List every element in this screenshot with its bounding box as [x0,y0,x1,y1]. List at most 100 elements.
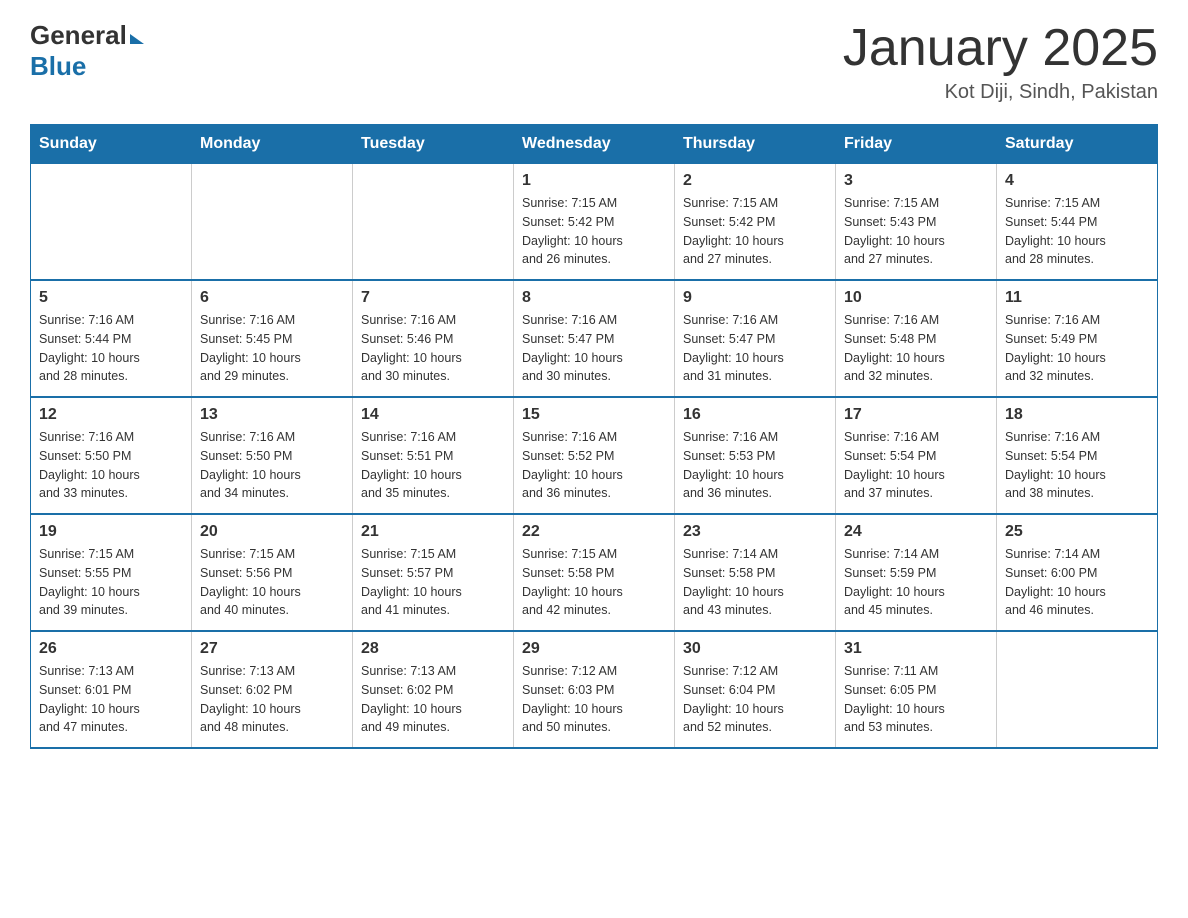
col-wednesday: Wednesday [514,125,675,164]
day-number: 12 [39,406,183,424]
calendar-day: 21Sunrise: 7:15 AM Sunset: 5:57 PM Dayli… [353,514,514,631]
day-info: Sunrise: 7:16 AM Sunset: 5:54 PM Dayligh… [1005,428,1149,503]
page-header: General Blue January 2025 Kot Diji, Sind… [30,20,1158,104]
calendar-day: 31Sunrise: 7:11 AM Sunset: 6:05 PM Dayli… [836,631,997,748]
day-number: 18 [1005,406,1149,424]
day-number: 20 [200,523,344,541]
calendar-body: 1 Sunrise: 7:15 AM Sunset: 5:42 PM Daylig… [31,164,1158,749]
calendar-day: 30Sunrise: 7:12 AM Sunset: 6:04 PM Dayli… [675,631,836,748]
day-number: 14 [361,406,505,424]
day-number: 13 [200,406,344,424]
day-number: 28 [361,640,505,658]
day-number: 24 [844,523,988,541]
day-info: Sunrise: 7:12 AM Sunset: 6:03 PM Dayligh… [522,662,666,737]
day-info: Sunrise: 7:13 AM Sunset: 6:02 PM Dayligh… [200,662,344,737]
day-number: 17 [844,406,988,424]
day-number: 6 [200,289,344,307]
day-number: 10 [844,289,988,307]
col-thursday: Thursday [675,125,836,164]
day-number: 25 [1005,523,1149,541]
calendar-day: 27 Sunrise: 7:13 AM Sunset: 6:02 PM Dayli… [192,631,353,748]
calendar-day: 3Sunrise: 7:15 AM Sunset: 5:43 PM Daylig… [836,164,997,281]
calendar-day: 19 Sunrise: 7:15 AM Sunset: 5:55 PM Dayli… [31,514,192,631]
col-sunday: Sunday [31,125,192,164]
logo-blue-text: Blue [30,51,86,82]
day-number: 4 [1005,172,1149,190]
calendar-day: 17Sunrise: 7:16 AM Sunset: 5:54 PM Dayli… [836,397,997,514]
calendar-day: 11 Sunrise: 7:16 AM Sunset: 5:49 PM Dayli… [997,280,1158,397]
day-info: Sunrise: 7:16 AM Sunset: 5:47 PM Dayligh… [522,311,666,386]
calendar-week-3: 12 Sunrise: 7:16 AM Sunset: 5:50 PM Dayli… [31,397,1158,514]
calendar-day: 16 Sunrise: 7:16 AM Sunset: 5:53 PM Dayli… [675,397,836,514]
day-info: Sunrise: 7:16 AM Sunset: 5:49 PM Dayligh… [1005,311,1149,386]
col-monday: Monday [192,125,353,164]
calendar-day [997,631,1158,748]
day-info: Sunrise: 7:16 AM Sunset: 5:48 PM Dayligh… [844,311,988,386]
day-number: 31 [844,640,988,658]
day-number: 21 [361,523,505,541]
calendar-day: 13 Sunrise: 7:16 AM Sunset: 5:50 PM Dayli… [192,397,353,514]
col-saturday: Saturday [997,125,1158,164]
day-info: Sunrise: 7:15 AM Sunset: 5:44 PM Dayligh… [1005,194,1149,269]
day-number: 26 [39,640,183,658]
calendar-day: 2Sunrise: 7:15 AM Sunset: 5:42 PM Daylig… [675,164,836,281]
day-info: Sunrise: 7:14 AM Sunset: 5:58 PM Dayligh… [683,545,827,620]
calendar-day: 23 Sunrise: 7:14 AM Sunset: 5:58 PM Dayli… [675,514,836,631]
calendar-week-2: 5 Sunrise: 7:16 AM Sunset: 5:44 PM Daylig… [31,280,1158,397]
calendar-day: 15 Sunrise: 7:16 AM Sunset: 5:52 PM Dayli… [514,397,675,514]
day-info: Sunrise: 7:15 AM Sunset: 5:55 PM Dayligh… [39,545,183,620]
calendar-day: 29 Sunrise: 7:12 AM Sunset: 6:03 PM Dayli… [514,631,675,748]
calendar-header: Sunday Monday Tuesday Wednesday Thursday… [31,125,1158,164]
day-info: Sunrise: 7:14 AM Sunset: 6:00 PM Dayligh… [1005,545,1149,620]
header-row: Sunday Monday Tuesday Wednesday Thursday… [31,125,1158,164]
calendar-week-1: 1 Sunrise: 7:15 AM Sunset: 5:42 PM Daylig… [31,164,1158,281]
day-number: 16 [683,406,827,424]
logo-arrow-icon [130,34,144,44]
day-info: Sunrise: 7:15 AM Sunset: 5:56 PM Dayligh… [200,545,344,620]
calendar-day: 7Sunrise: 7:16 AM Sunset: 5:46 PM Daylig… [353,280,514,397]
day-info: Sunrise: 7:16 AM Sunset: 5:52 PM Dayligh… [522,428,666,503]
calendar-week-4: 19 Sunrise: 7:15 AM Sunset: 5:55 PM Dayli… [31,514,1158,631]
calendar-day: 10 Sunrise: 7:16 AM Sunset: 5:48 PM Dayli… [836,280,997,397]
calendar-day: 25 Sunrise: 7:14 AM Sunset: 6:00 PM Dayli… [997,514,1158,631]
calendar-day [31,164,192,281]
calendar-day: 12 Sunrise: 7:16 AM Sunset: 5:50 PM Dayli… [31,397,192,514]
day-info: Sunrise: 7:15 AM Sunset: 5:42 PM Dayligh… [683,194,827,269]
calendar-day: 14 Sunrise: 7:16 AM Sunset: 5:51 PM Dayli… [353,397,514,514]
location-text: Kot Diji, Sindh, Pakistan [843,81,1158,104]
calendar-day [353,164,514,281]
day-info: Sunrise: 7:16 AM Sunset: 5:44 PM Dayligh… [39,311,183,386]
day-number: 11 [1005,289,1149,307]
calendar-day: 20 Sunrise: 7:15 AM Sunset: 5:56 PM Dayli… [192,514,353,631]
day-info: Sunrise: 7:15 AM Sunset: 5:42 PM Dayligh… [522,194,666,269]
day-number: 30 [683,640,827,658]
day-number: 5 [39,289,183,307]
day-info: Sunrise: 7:16 AM Sunset: 5:50 PM Dayligh… [200,428,344,503]
day-number: 27 [200,640,344,658]
day-number: 29 [522,640,666,658]
day-info: Sunrise: 7:16 AM Sunset: 5:51 PM Dayligh… [361,428,505,503]
calendar-day: 1 Sunrise: 7:15 AM Sunset: 5:42 PM Daylig… [514,164,675,281]
day-info: Sunrise: 7:14 AM Sunset: 5:59 PM Dayligh… [844,545,988,620]
col-tuesday: Tuesday [353,125,514,164]
calendar-day: 26 Sunrise: 7:13 AM Sunset: 6:01 PM Dayli… [31,631,192,748]
day-number: 3 [844,172,988,190]
day-number: 7 [361,289,505,307]
day-number: 15 [522,406,666,424]
day-number: 19 [39,523,183,541]
calendar-day: 6Sunrise: 7:16 AM Sunset: 5:45 PM Daylig… [192,280,353,397]
calendar-day: 4 Sunrise: 7:15 AM Sunset: 5:44 PM Daylig… [997,164,1158,281]
calendar-week-5: 26 Sunrise: 7:13 AM Sunset: 6:01 PM Dayli… [31,631,1158,748]
logo: General Blue [30,20,144,82]
title-block: January 2025 Kot Diji, Sindh, Pakistan [843,20,1158,104]
day-info: Sunrise: 7:16 AM Sunset: 5:53 PM Dayligh… [683,428,827,503]
day-number: 1 [522,172,666,190]
month-title: January 2025 [843,20,1158,77]
day-info: Sunrise: 7:16 AM Sunset: 5:50 PM Dayligh… [39,428,183,503]
calendar-day: 24 Sunrise: 7:14 AM Sunset: 5:59 PM Dayli… [836,514,997,631]
day-info: Sunrise: 7:16 AM Sunset: 5:47 PM Dayligh… [683,311,827,386]
day-info: Sunrise: 7:13 AM Sunset: 6:01 PM Dayligh… [39,662,183,737]
day-number: 23 [683,523,827,541]
calendar-day [192,164,353,281]
logo-general-text: General [30,20,127,51]
